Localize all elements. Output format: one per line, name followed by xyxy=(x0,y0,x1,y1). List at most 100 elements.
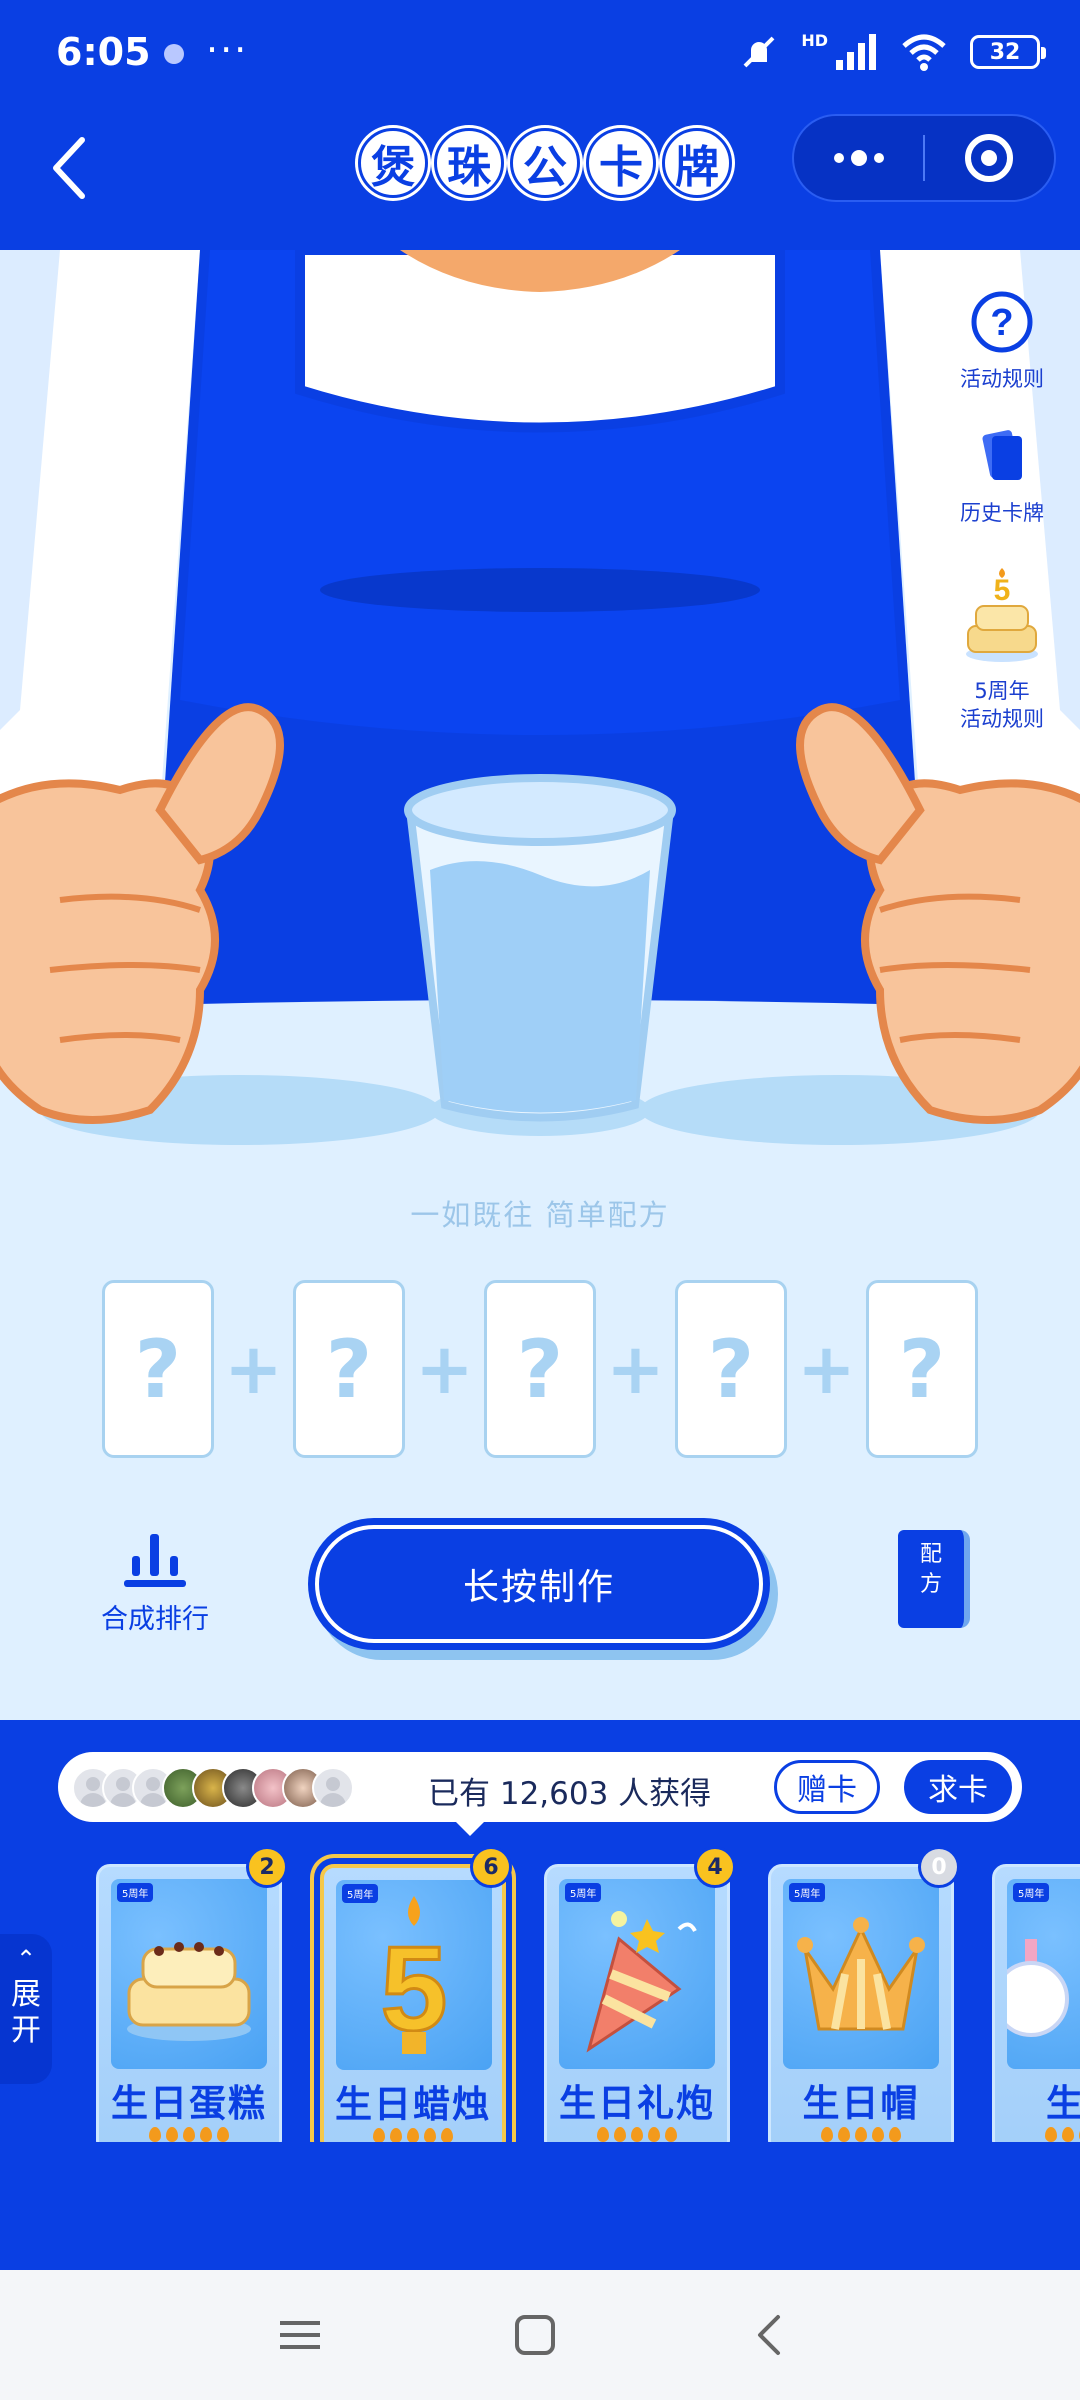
card-frame: 5周年 生日 xyxy=(992,1864,1080,2142)
card-name: 生日帽 xyxy=(802,2082,920,2125)
drop-icon xyxy=(1062,2127,1074,2142)
square-icon xyxy=(515,2315,555,2355)
recipe-book-button[interactable]: 配 方 xyxy=(898,1530,976,1634)
drop-icon xyxy=(424,2128,436,2142)
card-frame: 5周年 生日帽 xyxy=(768,1864,954,2142)
chevron-left-icon xyxy=(758,2315,780,2355)
title-char: 煲 xyxy=(358,128,428,198)
notification-dot-icon xyxy=(164,44,184,64)
drop-icon xyxy=(614,2127,626,2142)
recipe-book-icon: 配 方 xyxy=(898,1530,970,1628)
card-name: 生日礼炮 xyxy=(559,2082,715,2125)
make-button-label: 长按制作 xyxy=(462,1567,615,1608)
character-illustration xyxy=(0,250,1080,1720)
status-bar: 6:05 ··· HD 32 xyxy=(0,0,1080,110)
back-nav-button[interactable] xyxy=(730,2300,810,2370)
hd-label: HD xyxy=(801,30,828,50)
obtain-stats-bar: 已有 12,603 人获得 赠卡 求卡 xyxy=(58,1752,1022,1836)
title-char: 珠 xyxy=(434,128,504,198)
card-birthday-cake[interactable]: 5周年 生日蛋糕 2 xyxy=(96,1846,288,2142)
synthesis-ranking-button[interactable]: 合成排行 xyxy=(90,1534,220,1636)
title-char: 卡 xyxy=(586,128,656,198)
close-miniprogram-button[interactable] xyxy=(925,116,1054,200)
more-menu-button[interactable] xyxy=(794,116,923,200)
card-tag: 5周年 xyxy=(565,1883,602,1902)
drop-icon xyxy=(407,2128,419,2142)
title-char: 公 xyxy=(510,128,580,198)
main-scene: ? 活动规则 历史卡牌 5 5周年 活动规则 一如既往 简单配方 ? + ? + … xyxy=(0,250,1080,1720)
drop-icon xyxy=(183,2127,195,2142)
menu-nav-button[interactable] xyxy=(260,2300,340,2370)
activity-rules-label: 活动规则 xyxy=(960,367,1044,391)
home-nav-button[interactable] xyxy=(495,2300,575,2370)
dot xyxy=(850,150,867,166)
drop-icon xyxy=(200,2127,212,2142)
card-history-label: 历史卡牌 xyxy=(960,501,1044,525)
card-frame: 5周年 5 生日蜡烛 xyxy=(320,1864,506,2142)
svg-text:5: 5 xyxy=(994,574,1011,607)
recipe-label-2: 方 xyxy=(919,1572,942,1597)
card-name: 生日蜡烛 xyxy=(335,2083,491,2126)
card-art: 5周年 xyxy=(559,1879,715,2069)
cake-icon xyxy=(127,1942,251,2041)
card-history-button[interactable]: 历史卡牌 xyxy=(942,428,1062,527)
drop-icon xyxy=(149,2127,161,2142)
drop-icon xyxy=(821,2127,833,2142)
obtained-count-text: 已有 12,603 人获得 xyxy=(428,1776,712,1812)
back-button[interactable] xyxy=(42,128,102,208)
ranking-label: 合成排行 xyxy=(101,1604,209,1635)
crown-hat-icon xyxy=(797,1917,925,2031)
card-slot[interactable]: ? xyxy=(102,1280,214,1458)
recipe-label-1: 配 xyxy=(919,1542,942,1567)
party-popper-icon xyxy=(586,1911,697,2053)
drop-icon xyxy=(872,2127,884,2142)
drop-icon xyxy=(373,2128,385,2142)
drop-icon xyxy=(166,2127,178,2142)
card-birthday-hat[interactable]: 5周年 生日帽 0 xyxy=(768,1846,960,2142)
anniversary-rules-button[interactable]: 5 5周年 活动规则 xyxy=(942,566,1062,733)
plus-icon: + xyxy=(606,1328,665,1410)
card-frame: 5周年 生日蛋糕 xyxy=(96,1864,282,2142)
card-party-popper[interactable]: 5周年 生日礼炮 4 xyxy=(544,1846,736,2142)
target-icon xyxy=(965,134,1014,182)
drop-icon xyxy=(1045,2127,1057,2142)
drop-icon xyxy=(648,2127,660,2142)
ranking-icon xyxy=(124,1534,186,1587)
title-char: 牌 xyxy=(662,128,732,198)
card-slot[interactable]: ? xyxy=(484,1280,596,1458)
card-frame: 5周年 生日礼炮 xyxy=(544,1864,730,2142)
cards-icon xyxy=(982,430,1022,480)
card-count-badge: 6 xyxy=(470,1846,512,1888)
candle-icon: 5 xyxy=(379,1896,449,2058)
card-birthday-partial[interactable]: 5周年 生日 xyxy=(992,1854,1080,2142)
drop-icon xyxy=(855,2127,867,2142)
avatar xyxy=(312,1767,354,1809)
card-slot[interactable]: ? xyxy=(293,1280,405,1458)
card-tag: 5周年 xyxy=(117,1883,154,1902)
drop-icon xyxy=(441,2128,453,2142)
request-card-button[interactable]: 求卡 xyxy=(904,1760,1012,1814)
recipe-slots: ? + ? + ? + ? + ? xyxy=(102,1280,978,1458)
card-rarity xyxy=(995,2127,1080,2142)
card-tag: 5周年 xyxy=(789,1883,826,1902)
card-name: 生日 xyxy=(995,2073,1080,2127)
activity-rules-button[interactable]: ? 活动规则 xyxy=(942,290,1062,393)
drop-icon xyxy=(631,2127,643,2142)
gift-card-button[interactable]: 赠卡 xyxy=(774,1760,880,1814)
long-press-make-button[interactable]: 长按制作 xyxy=(308,1518,770,1650)
card-slot[interactable]: ? xyxy=(675,1280,787,1458)
card-slot[interactable]: ? xyxy=(866,1280,978,1458)
card-carousel[interactable]: 5周年 生日蛋糕 2 5周年 5 生日蜡烛 6 5周年 生日礼炮 4 5周年 生… xyxy=(0,1842,1080,2142)
mute-vibrate-icon xyxy=(743,36,775,68)
dot xyxy=(873,153,884,163)
card-birthday-candle[interactable]: 5周年 5 生日蜡烛 6 xyxy=(320,1846,512,2142)
card-rarity xyxy=(324,2128,502,2142)
expand-button[interactable]: ⌃ 展 开 xyxy=(0,1934,52,2084)
hamburger-icon xyxy=(280,2321,320,2349)
card-count-badge: 2 xyxy=(246,1846,288,1888)
slogan-text: 一如既往 简单配方 xyxy=(410,1198,670,1232)
card-rarity xyxy=(547,2127,727,2142)
avatar-stack xyxy=(72,1767,354,1809)
plus-icon: + xyxy=(224,1328,283,1410)
question-icon: ? xyxy=(971,291,1033,353)
